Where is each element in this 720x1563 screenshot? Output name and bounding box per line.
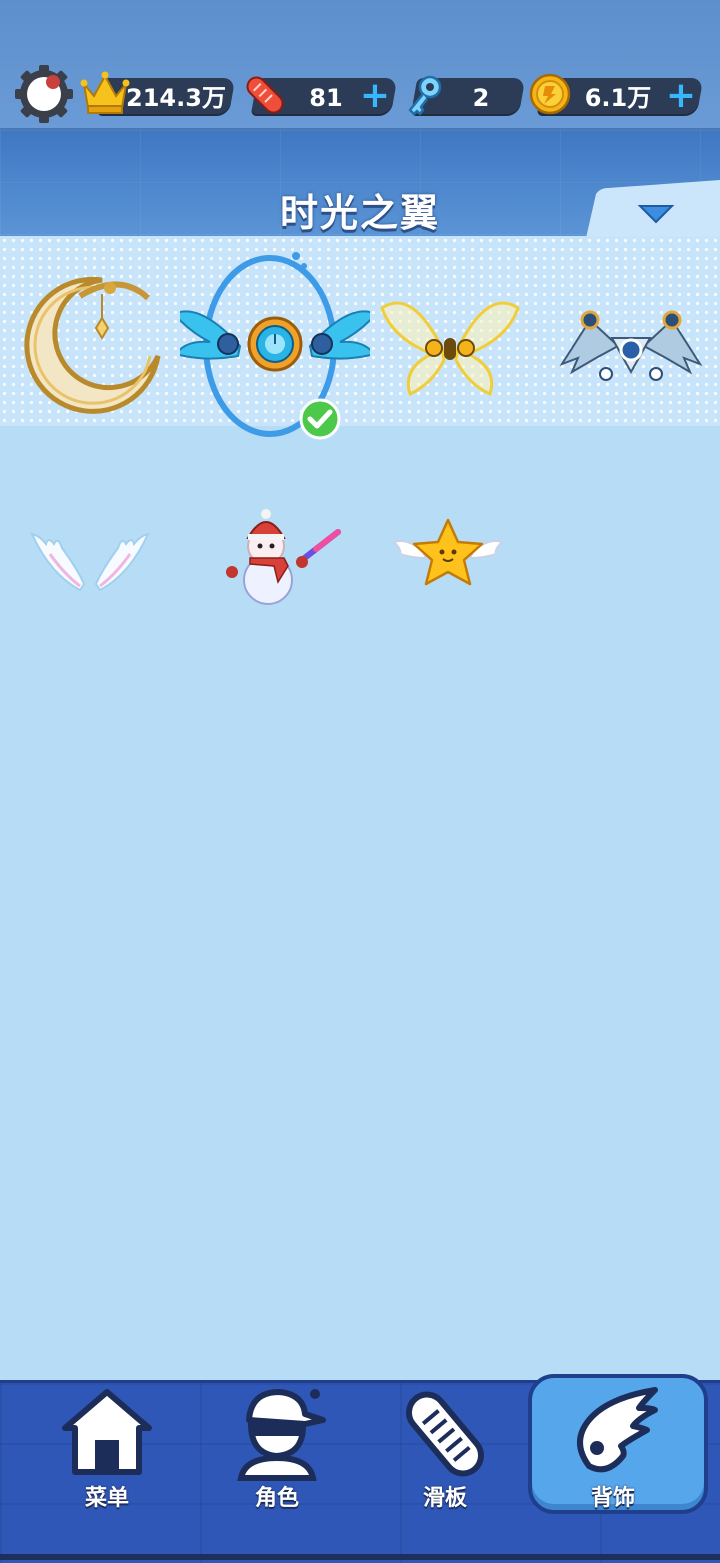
crown-icon xyxy=(80,70,130,120)
wing-icon xyxy=(577,1387,658,1473)
character-icon xyxy=(237,1389,326,1481)
home-icon xyxy=(62,1389,152,1475)
tab-skateboard-label: 滑板 xyxy=(422,1486,467,1511)
tab-skateboard[interactable]: 滑板 xyxy=(360,1382,530,1522)
equipped-check-icon xyxy=(299,398,341,440)
item-star-wings[interactable] xyxy=(392,516,504,592)
add-coins-button[interactable]: + xyxy=(664,78,698,114)
item-snowman-backpack[interactable] xyxy=(218,508,348,608)
key-value: 2 xyxy=(472,84,490,112)
item-mech-wings[interactable] xyxy=(556,280,706,450)
item-moon-wings[interactable] xyxy=(10,258,180,428)
tab-menu[interactable]: 菜单 xyxy=(22,1382,192,1522)
item-golden-butterfly-wings[interactable] xyxy=(372,268,528,438)
skateboard-token-icon xyxy=(242,72,288,122)
key-icon xyxy=(404,74,446,122)
coin-value: 6.1万 xyxy=(584,84,652,112)
gear-icon xyxy=(15,65,73,123)
item-angel-wings[interactable] xyxy=(20,514,160,614)
settings-button[interactable] xyxy=(14,64,73,123)
category-dropdown-button[interactable] xyxy=(586,180,720,240)
add-tokens-button[interactable]: + xyxy=(358,78,392,114)
tab-back-accessory[interactable]: 背饰 xyxy=(528,1382,698,1522)
tab-character-label: 角色 xyxy=(254,1486,299,1511)
system-home-bar xyxy=(0,1554,720,1560)
item-time-wings[interactable] xyxy=(180,262,370,432)
crown-value: 214.3万 xyxy=(126,84,226,112)
skateboard-icon xyxy=(406,1391,484,1477)
token-value: 81 xyxy=(309,84,343,112)
tab-back-accessory-label: 背饰 xyxy=(590,1486,635,1511)
tab-character[interactable]: 角色 xyxy=(192,1382,362,1522)
tab-menu-label: 菜单 xyxy=(84,1486,129,1511)
coin-icon xyxy=(528,72,572,120)
